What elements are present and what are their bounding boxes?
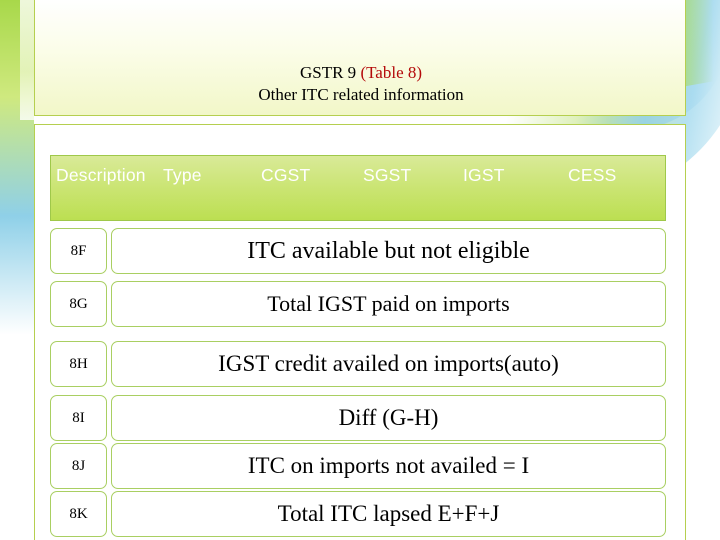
title-panel: GSTR 9 (Table 8) Other ITC related infor…: [34, 0, 686, 116]
table-row: 8I Diff (G-H): [50, 395, 666, 441]
row-code: 8F: [50, 228, 107, 274]
row-code: 8G: [50, 281, 107, 327]
table-row: 8G Total IGST paid on imports: [50, 281, 666, 327]
page-subtitle: Other ITC related information: [258, 85, 464, 104]
column-header-cess: CESS: [568, 165, 617, 185]
column-header-igst: IGST: [463, 165, 505, 185]
row-code: 8H: [50, 341, 107, 387]
page-title-highlight: (Table 8): [360, 63, 423, 82]
page-title: GSTR 9 (Table 8): [35, 62, 687, 84]
page-title-prefix: GSTR 9: [299, 63, 361, 82]
table-row: 8H IGST credit availed on imports(auto): [50, 341, 666, 387]
row-description: Diff (G-H): [111, 395, 666, 441]
table-header-row: Description Type CGST SGST IGST CESS: [50, 155, 666, 221]
row-description: Total ITC lapsed E+F+J: [111, 491, 666, 537]
row-description: ITC available but not eligible: [111, 228, 666, 274]
table-row: 8K Total ITC lapsed E+F+J: [50, 491, 666, 537]
row-description: Total IGST paid on imports: [111, 281, 666, 327]
table-row: 8J ITC on imports not availed = I: [50, 443, 666, 489]
table-row: 8F ITC available but not eligible: [50, 228, 666, 274]
column-header-cgst: CGST: [261, 165, 311, 185]
row-description: IGST credit availed on imports(auto): [111, 341, 666, 387]
column-header-sgst: SGST: [363, 165, 412, 185]
column-header-type: Type: [163, 165, 202, 185]
row-code: 8K: [50, 491, 107, 537]
row-code: 8J: [50, 443, 107, 489]
row-code: 8I: [50, 395, 107, 441]
row-description: ITC on imports not availed = I: [111, 443, 666, 489]
title-block: GSTR 9 (Table 8) Other ITC related infor…: [35, 62, 687, 106]
left-accent-bar-secondary: [20, 0, 34, 120]
column-header-description: Description: [56, 165, 146, 185]
